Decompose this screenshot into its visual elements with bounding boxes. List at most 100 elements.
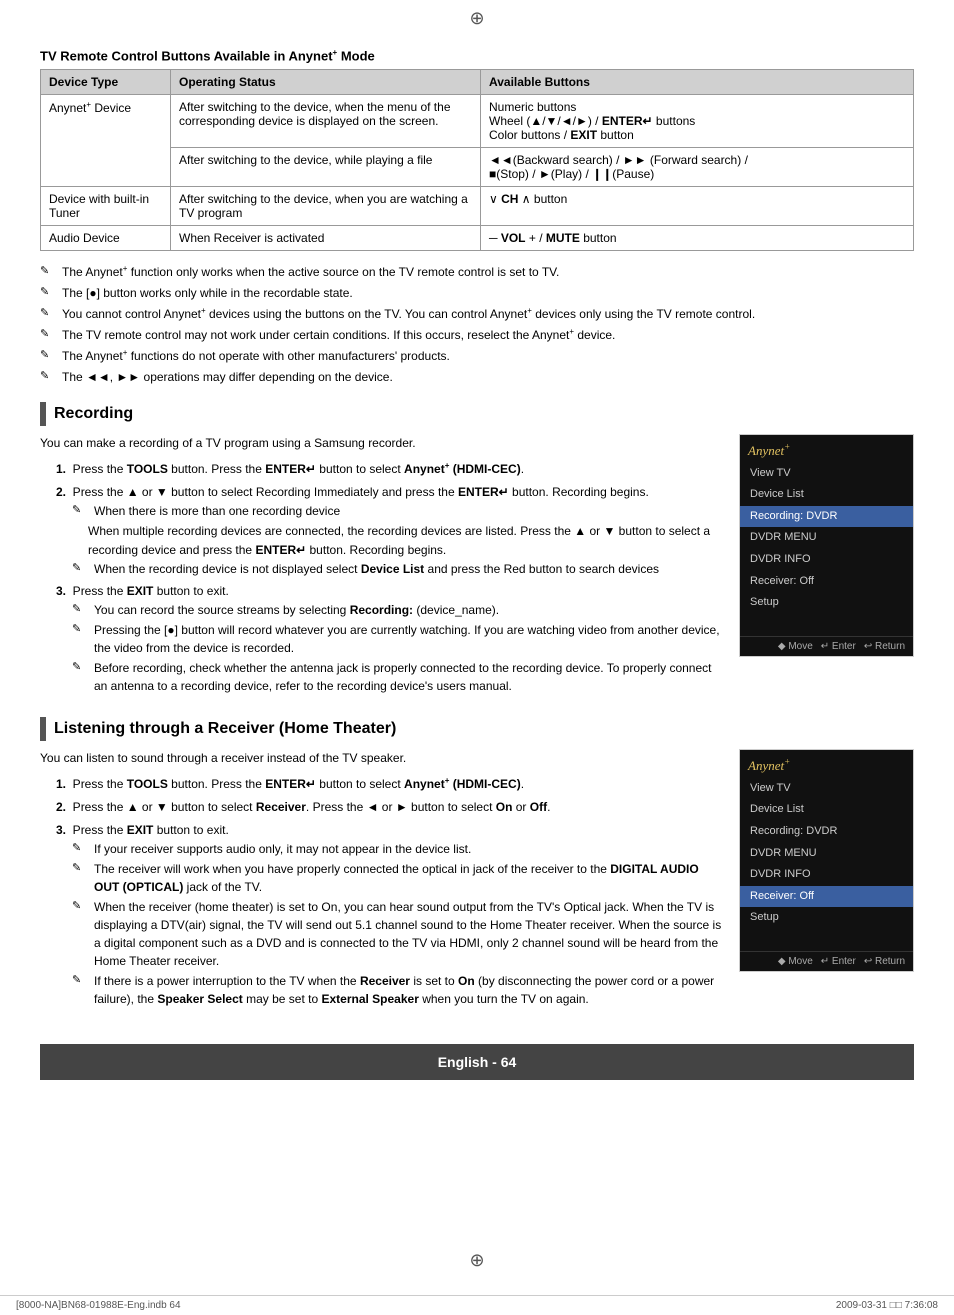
- recording-step-1: 1. Press the TOOLS button. Press the ENT…: [56, 460, 727, 479]
- receiver-menu-item-4: DVDR MENU: [740, 843, 913, 865]
- table-row: Anynet+ Device After switching to the de…: [41, 95, 914, 148]
- recording-text: You can make a recording of a TV program…: [40, 434, 727, 701]
- note-text-1: The Anynet+ function only works when the…: [62, 263, 559, 281]
- note-6: ✎ The ◄◄, ►► operations may differ depen…: [40, 368, 914, 386]
- receiver-menu-logo: Anynet+: [740, 750, 913, 775]
- page-container: ⊕ TV Remote Control Buttons Available in…: [0, 0, 954, 1315]
- note-icon-4: ✎: [40, 326, 58, 343]
- note-text-4: The TV remote control may not work under…: [62, 326, 615, 344]
- note-icon-r3c: ✎: [72, 659, 90, 676]
- recording-menu-item-2: Device List: [740, 484, 913, 506]
- recording-subnote-2b: ✎ When the recording device is not displ…: [72, 560, 727, 578]
- device-tuner: Device with built-in Tuner: [41, 187, 171, 226]
- buttons-tuner: ∨ CH ∧ button: [481, 187, 914, 226]
- section-bar-recording: [40, 402, 46, 426]
- col-header-device: Device Type: [41, 70, 171, 95]
- receiver-subnote-3a: ✎ If your receiver supports audio only, …: [72, 840, 727, 858]
- receiver-menu-item-3: Recording: DVDR: [740, 821, 913, 843]
- status-anynet-2: After switching to the device, while pla…: [171, 148, 481, 187]
- note-icon-r3b: ✎: [72, 621, 90, 638]
- note-text-2: The [●] button works only while in the r…: [62, 284, 353, 302]
- table-row: Device with built-in Tuner After switchi…: [41, 187, 914, 226]
- recording-menu-footer: ◆ Move ↵ Enter ↩ Return: [740, 636, 913, 656]
- footer-center-text: English - 64: [438, 1054, 517, 1070]
- receiver-menu-item-1: View TV: [740, 778, 913, 800]
- receiver-menu-footer-move: ◆ Move: [778, 956, 813, 967]
- col-header-buttons: Available Buttons: [481, 70, 914, 95]
- buttons-anynet-1: Numeric buttonsWheel (▲/▼/◄/►) / ENTER↵ …: [481, 95, 914, 148]
- recording-subnote-text-2b: When the recording device is not display…: [94, 560, 659, 578]
- recording-menu-item-1: View TV: [740, 463, 913, 485]
- receiver-steps: 1. Press the TOOLS button. Press the ENT…: [56, 775, 727, 1009]
- bottom-info-bar: [8000-NA]BN68-01988E-Eng.indb 64 2009-03…: [0, 1295, 954, 1315]
- table-row: Audio Device When Receiver is activated …: [41, 226, 914, 251]
- note-icon-5: ✎: [40, 347, 58, 364]
- footer-left-text: [8000-NA]BN68-01988E-Eng.indb 64: [16, 1300, 181, 1311]
- receiver-menu-item-5: DVDR INFO: [740, 864, 913, 886]
- receiver-content: You can listen to sound through a receiv…: [40, 749, 914, 1014]
- receiver-menu-box: Anynet+ View TV Device List Recording: D…: [739, 749, 914, 971]
- receiver-menu-footer-return: ↩ Return: [864, 956, 905, 967]
- remote-control-table: Device Type Operating Status Available B…: [40, 69, 914, 251]
- recording-menu-item-3: Recording: DVDR: [740, 506, 913, 528]
- device-audio: Audio Device: [41, 226, 171, 251]
- crosshair-bottom-icon: ⊕: [469, 1250, 484, 1271]
- note-text-3: You cannot control Anynet+ devices using…: [62, 305, 755, 323]
- menu-footer-return: ↩ Return: [864, 641, 905, 652]
- recording-subnote-3b: ✎ Pressing the [●] button will record wh…: [72, 621, 727, 657]
- recording-menu-item-6: Receiver: Off: [740, 571, 913, 593]
- menu-footer-enter: ↵ Enter: [821, 641, 856, 652]
- buttons-anynet-2: ◄◄(Backward search) / ►► (Forward search…: [481, 148, 914, 187]
- note-5: ✎ The Anynet+ functions do not operate w…: [40, 347, 914, 365]
- note-icon-r2b: ✎: [72, 560, 90, 577]
- section-bar-receiver: [40, 717, 46, 741]
- receiver-step-3: 3. Press the EXIT button to exit. ✎ If y…: [56, 821, 727, 1008]
- recording-subnote-3c: ✎ Before recording, check whether the an…: [72, 659, 727, 695]
- recording-menu-logo: Anynet+: [740, 435, 913, 460]
- menu-footer-move: ◆ Move: [778, 641, 813, 652]
- recording-menu-item-7: Setup: [740, 592, 913, 614]
- receiver-menu-item-7: Setup: [740, 907, 913, 929]
- recording-menu-item-5: DVDR INFO: [740, 549, 913, 571]
- recording-subnote-3a: ✎ You can record the source streams by s…: [72, 601, 727, 619]
- recording-content: You can make a recording of a TV program…: [40, 434, 914, 701]
- note-4: ✎ The TV remote control may not work und…: [40, 326, 914, 344]
- recording-section-header: Recording: [40, 402, 914, 426]
- note-text-5: The Anynet+ functions do not operate wit…: [62, 347, 450, 365]
- note-icon-rec3a: ✎: [72, 840, 90, 857]
- device-anynet: Anynet+ Device: [41, 95, 171, 187]
- col-header-status: Operating Status: [171, 70, 481, 95]
- receiver-subnote-text-3b: The receiver will work when you have pro…: [94, 860, 727, 896]
- recording-menu-item-4: DVDR MENU: [740, 527, 913, 549]
- receiver-subnote-3c: ✎ When the receiver (home theater) is se…: [72, 898, 727, 970]
- recording-steps: 1. Press the TOOLS button. Press the ENT…: [56, 460, 727, 696]
- table-row: After switching to the device, while pla…: [41, 148, 914, 187]
- note-icon-rec3b: ✎: [72, 860, 90, 877]
- note-2: ✎ The [●] button works only while in the…: [40, 284, 914, 302]
- recording-subnote-2a: ✎ When there is more than one recording …: [72, 502, 727, 520]
- note-icon-3: ✎: [40, 305, 58, 322]
- note-icon-2: ✎: [40, 284, 58, 301]
- status-audio: When Receiver is activated: [171, 226, 481, 251]
- receiver-subnote-text-3c: When the receiver (home theater) is set …: [94, 898, 727, 970]
- receiver-menu-item-2: Device List: [740, 799, 913, 821]
- receiver-subnote-3d: ✎ If there is a power interruption to th…: [72, 972, 727, 1008]
- status-anynet-1: After switching to the device, when the …: [171, 95, 481, 148]
- receiver-section-header: Listening through a Receiver (Home Theat…: [40, 717, 914, 741]
- buttons-audio: ─ VOL + / MUTE button: [481, 226, 914, 251]
- note-1: ✎ The Anynet+ function only works when t…: [40, 263, 914, 281]
- note-icon-1: ✎: [40, 263, 58, 280]
- receiver-subnote-3b: ✎ The receiver will work when you have p…: [72, 860, 727, 896]
- table-title: TV Remote Control Buttons Available in A…: [40, 48, 914, 63]
- recording-menu-items: View TV Device List Recording: DVDR DVDR…: [740, 461, 913, 616]
- note-3: ✎ You cannot control Anynet+ devices usi…: [40, 305, 914, 323]
- recording-step-3: 3. Press the EXIT button to exit. ✎ You …: [56, 582, 727, 695]
- receiver-menu-items: View TV Device List Recording: DVDR DVDR…: [740, 776, 913, 931]
- note-icon-r3a: ✎: [72, 601, 90, 618]
- page-footer-bar: English - 64: [40, 1044, 914, 1080]
- receiver-step-2: 2. Press the ▲ or ▼ button to select Rec…: [56, 798, 727, 817]
- recording-subnote-text-3c: Before recording, check whether the ante…: [94, 659, 727, 695]
- status-tuner: After switching to the device, when you …: [171, 187, 481, 226]
- receiver-title: Listening through a Receiver (Home Theat…: [54, 720, 396, 738]
- note-text-6: The ◄◄, ►► operations may differ dependi…: [62, 368, 393, 386]
